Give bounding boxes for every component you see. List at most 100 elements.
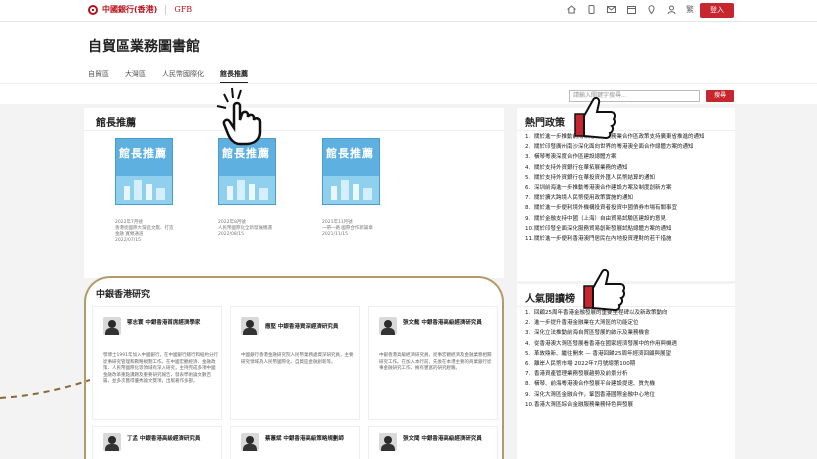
list-item[interactable]: 2. 進一步提升香港金融業在大灣區的功能定位 [525,320,730,327]
list-item-text: 離岸人民幣市場 2022年7月號總第100期 [534,360,636,367]
list-item[interactable]: 1. 回顧25周年香港金融發展的重要里程碑以及新政策動向 [525,310,730,317]
book-title[interactable]: 香港從國際大灣區文獻、打造金融 寬頻通道 [115,226,175,238]
tab-rmb[interactable]: 人民幣國際化 [162,69,204,83]
list-item[interactable]: 4. 關於支持外資銀行在華拓展業務的通知 [525,165,730,172]
popular-heading: 人氣閱讀榜 [525,294,575,305]
book-cover-2[interactable]: 館長推薦 [218,138,276,205]
book-cover-1[interactable]: 館長推薦 [115,138,173,205]
gfb-logo: GFB [174,5,193,14]
list-item[interactable]: 4. 從香港澳大灣區發展看香港在國家經濟發展中的作用與機遇 [525,341,730,348]
cover-art [156,188,165,200]
book-cover-title: 館長推薦 [119,147,167,160]
list-item-text: 關於擴大跨境人民幣使用政策實施的通知 [534,195,634,202]
researcher-card[interactable]: 丁孟 中銀香港高級經濟研究員 [92,426,222,459]
researcher-avatar [379,433,397,451]
list-item-text: 香港資產管理業務發展趨勢及前景分析 [534,371,628,378]
bank-logo-icon [88,4,98,15]
book-cover-title: 館長推薦 [326,147,374,160]
tab-curator[interactable]: 館長推薦 [220,69,248,83]
list-item[interactable]: 9. 關於金融支持中國（上海）自由貿易試驗區建設的意見 [525,216,730,223]
hot-divider [517,130,735,131]
researcher-card[interactable]: 張文懿 中銀香港高級經濟研究員 中銀香港高級經濟研究員，從事宏觀經濟及金融業務相… [368,306,498,420]
popular-list: 1. 回顧25周年香港金融發展的重要里程碑以及新政策動向 2. 進一步提升香港金融業… [525,310,730,412]
popular-divider [517,306,735,307]
curator-heading: 館長推薦 [96,118,136,129]
list-item-text: 關於金融支持中國（上海）自由貿易試驗區建設的意見 [534,215,667,222]
avatar-head [384,320,392,328]
researcher-name: 丁孟 中銀香港高級經濟研究員 [127,436,201,442]
list-item[interactable]: 11. 關於進一步便利香港澳門居民在內地投資理財的若干措施 [525,236,730,243]
cover-art [134,180,142,200]
nav-divider [0,83,817,84]
book-meta-2: 2022年8月號 人民幣國際化全新發展機遇 2022/08/15 [218,220,278,238]
list-item[interactable]: 9. 深化大灣區金融合作，鞏固香港國際金融中心地位 [525,392,730,399]
bank-logo[interactable]: 中國銀行(香港) GFB [88,4,192,15]
mail-icon[interactable] [606,4,617,15]
researcher-avatar [241,433,259,451]
list-item[interactable]: 8. 橫琴、前海粵港澳合作發展平台建設提速、質先機 [525,381,730,388]
user-icon[interactable] [666,4,677,15]
home-icon[interactable] [566,4,577,15]
researcher-name: 張文聞 中銀香港高級經濟研究員 [403,436,482,442]
hand-pointer-icon [216,87,262,146]
list-item[interactable]: 6. 離岸人民幣市場 2022年7月號總第100期 [525,361,730,368]
cover-art [331,186,337,200]
book-stamp: 2021/11/15 [322,232,348,237]
list-item[interactable]: 6. 深圳前海進一步推動粵港澳合作建設方案及制度創新方案 [525,185,730,192]
search-button[interactable]: 搜尋 [706,90,734,102]
researcher-name: 張文懿 中銀香港高級經濟研究員 [403,320,482,326]
list-item[interactable]: 10. 香港大灣區綜合金融服務業務特色與發展 [525,402,730,409]
cover-art [146,184,152,200]
calendar-icon[interactable] [626,4,637,15]
list-item-text: 深化大灣區金融合作，鞏固香港國際金融中心地位 [534,391,656,398]
book-cover-3[interactable]: 館長推薦 [322,138,380,205]
book-stamp: 2022/07/15 [115,238,141,243]
tab-gba[interactable]: 大灣區 [125,69,146,83]
list-item[interactable]: 1. 關於進一步推動前海深港現代服務業合作區政策支持廣東省推進的通知 [525,134,730,141]
book-stamp: 2022/08/15 [218,232,244,237]
list-item[interactable]: 7. 關於擴大跨境人民幣使用政策實施的通知 [525,195,730,202]
researcher-card[interactable]: 張文聞 中銀香港高級經濟研究員 [368,426,498,459]
tab-ftz[interactable]: 自貿區 [88,69,109,83]
thumbs-up-icon [583,268,626,312]
researcher-card[interactable]: 鄂志寰 中銀香港首席經濟學家 鄂博士1991年加入中國銀行，在中國銀行總行和紐約… [92,306,222,420]
list-item-text: 香港大灣區綜合金融服務業務特色與發展 [534,401,634,408]
list-item-text: 關於支持外資銀行在華拓展業務的通知 [534,164,628,171]
list-item[interactable]: 2. 關於印發廣州南沙深化面向世界的粵港澳全面合作總體方案的通知 [525,144,730,151]
research-heading: 中銀香港研究 [96,290,151,300]
researcher-avatar [103,433,121,451]
list-item[interactable]: 5. 關於支持外資銀行在華投資外匯人民幣結算的通知 [525,175,730,182]
list-item[interactable]: 5. 革故鼎新、繼往開來 — 香港回歸25周年經濟回顧與展望 [525,351,730,358]
cover-art [353,184,359,200]
list-item[interactable]: 7. 香港資產管理業務發展趨勢及前景分析 [525,371,730,378]
research-panel: 中銀香港研究 鄂志寰 中銀香港首席經濟學家 鄂博士1991年加入中國銀行，在中國… [84,276,504,459]
login-button[interactable]: 登入 [700,3,734,18]
list-item[interactable]: 10. 關於印發全面深化服務貿易創新發展試點總體方案的通知 [525,226,730,233]
bank-logo-text: 中國銀行(香港) [102,5,158,14]
list-item-text: 進一步提升香港金融業在大灣區的功能定位 [534,320,639,327]
list-item[interactable]: 8. 關於進一步便利境外機構投資者投資中國債券市場有關事宜 [525,205,730,212]
list-item[interactable]: 3. 橫琴粵澳深度合作區建設總體方案 [525,154,730,161]
list-item-text: 關於進一步推動前海深港現代服務業合作區政策支持廣東省推進的通知 [534,134,705,140]
researcher-card[interactable]: 應堅 中銀香港資深經濟研究員 中國銀行香港金融研究院人民幣業務處資深研究員，主要… [230,306,360,420]
cover-art [341,180,349,200]
list-item-text: 革故鼎新、繼往開來 — 香港回歸25周年經濟回顧與展望 [534,350,671,357]
phone-icon[interactable] [586,4,597,15]
list-item[interactable]: 3. 深化立法推動前海自貿區發展的啟示及業務機會 [525,330,730,337]
hot-policies-panel: 熱門政策 1. 關於進一步推動前海深港現代服務業合作區政策支持廣東省推進的通知 2… [517,108,735,281]
language-selector[interactable]: 繁 [686,4,694,15]
hot-heading: 熱門政策 [525,118,565,129]
location-icon[interactable] [646,4,657,15]
researcher-desc: 中國銀行香港金融研究院人民幣業務處資深研究員，主要研究領域為人民幣國際化、自貿區… [241,353,354,365]
avatar-head [246,320,254,328]
list-item-text: 關於印發全面深化服務貿易創新發展試點總體方案的通知 [534,225,672,232]
list-item-text: 橫琴、前海粵港澳合作發展平台建設提速、質先機 [534,381,656,388]
list-item-text: 關於印發廣州南沙深化面向世界的粵港澳全面合作總體方案的通知 [534,144,694,151]
avatar-head [384,436,392,444]
researcher-card[interactable]: 蔡蕙斌 中銀香港高級策略規劃師 [230,426,360,459]
book-meta-3: 2021年11月號 一帶一路 國際合作新篇章 2021/11/15 [322,220,382,238]
researcher-avatar [241,317,259,335]
list-item-text: 關於進一步便利境外機構投資者投資中國債券市場有關事宜 [534,205,678,212]
book-cover-title: 館長推薦 [222,147,270,160]
cover-art [363,188,372,200]
